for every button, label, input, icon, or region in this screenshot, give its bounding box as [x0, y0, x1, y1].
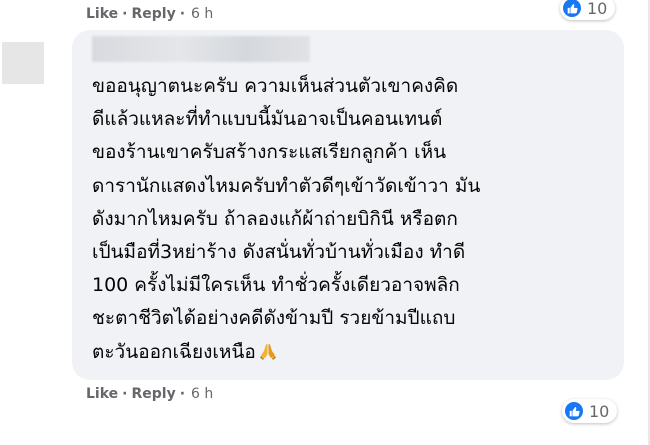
comment-line: ดีแล้วแหละที่ทำแบบนี้มันอาจเป็นคอนเทนต์ [92, 108, 443, 131]
reply-link[interactable]: Reply [131, 386, 175, 402]
reaction-summary[interactable]: 10 [562, 399, 618, 423]
separator: · [122, 6, 128, 22]
comment-actions: Like · Reply · 6 h [86, 386, 213, 402]
comment-line-text: ตะวันออกเฉียงเหนือ [92, 340, 256, 363]
comment-thread: Like · Reply · 6 h 10 ขออนุญาตนะครับ ควา… [0, 0, 650, 445]
separator: · [179, 6, 186, 22]
reply-link[interactable]: Reply [131, 6, 175, 22]
comment-line: ดังมากไหมครับ ถ้าลองแก้ผ้าถ่ายบิกินี หรื… [92, 207, 458, 230]
comment-line: ขออนุญาตนะครับ ความเห็นส่วนตัวเขาคงคิด [92, 75, 459, 97]
avatar[interactable] [2, 42, 44, 84]
comment-line: ชะตาชีวิตได้อย่างคดีดังข้ามปี รวยข้ามปีแ… [92, 307, 456, 330]
comment-text: ขออนุญาตนะครับ ความเห็นส่วนตัวเขาคงคิด ด… [92, 70, 617, 372]
comment-line-last: ตะวันออกเฉียงเหนือ [92, 336, 617, 372]
reaction-count: 10 [589, 401, 610, 421]
reaction-summary[interactable]: 10 [560, 0, 616, 20]
previous-comment-actions: Like · Reply · 6 h [86, 6, 213, 22]
comment-line: ของร้านเขาครับสร้างกระแสเรียกลูกค้า เห็น [92, 141, 447, 164]
like-link[interactable]: Like [86, 6, 118, 22]
comment-line: เป็นมือที่3หย่าร้าง ดังสนั่นทั่วบ้านทั่ว… [92, 241, 466, 264]
pray-emoji-icon [258, 339, 278, 372]
thumbs-up-icon [565, 402, 583, 420]
commenter-name-blurred[interactable] [92, 36, 310, 62]
comment-timestamp[interactable]: 6 h [191, 6, 213, 22]
separator: · [179, 386, 186, 402]
thumbs-up-icon [563, 0, 581, 17]
comment-line: 100 ครั้งไม่มีใครเห็น ทำชั่วครั้งเดียวอา… [92, 274, 460, 297]
comment-line: ดารานักแสดงไหมครับทำตัวดีๆเข้าวัดเข้าวา … [92, 174, 481, 197]
comment-timestamp[interactable]: 6 h [191, 386, 213, 402]
separator: · [122, 386, 128, 402]
like-link[interactable]: Like [86, 386, 118, 402]
reaction-count: 10 [587, 0, 608, 18]
